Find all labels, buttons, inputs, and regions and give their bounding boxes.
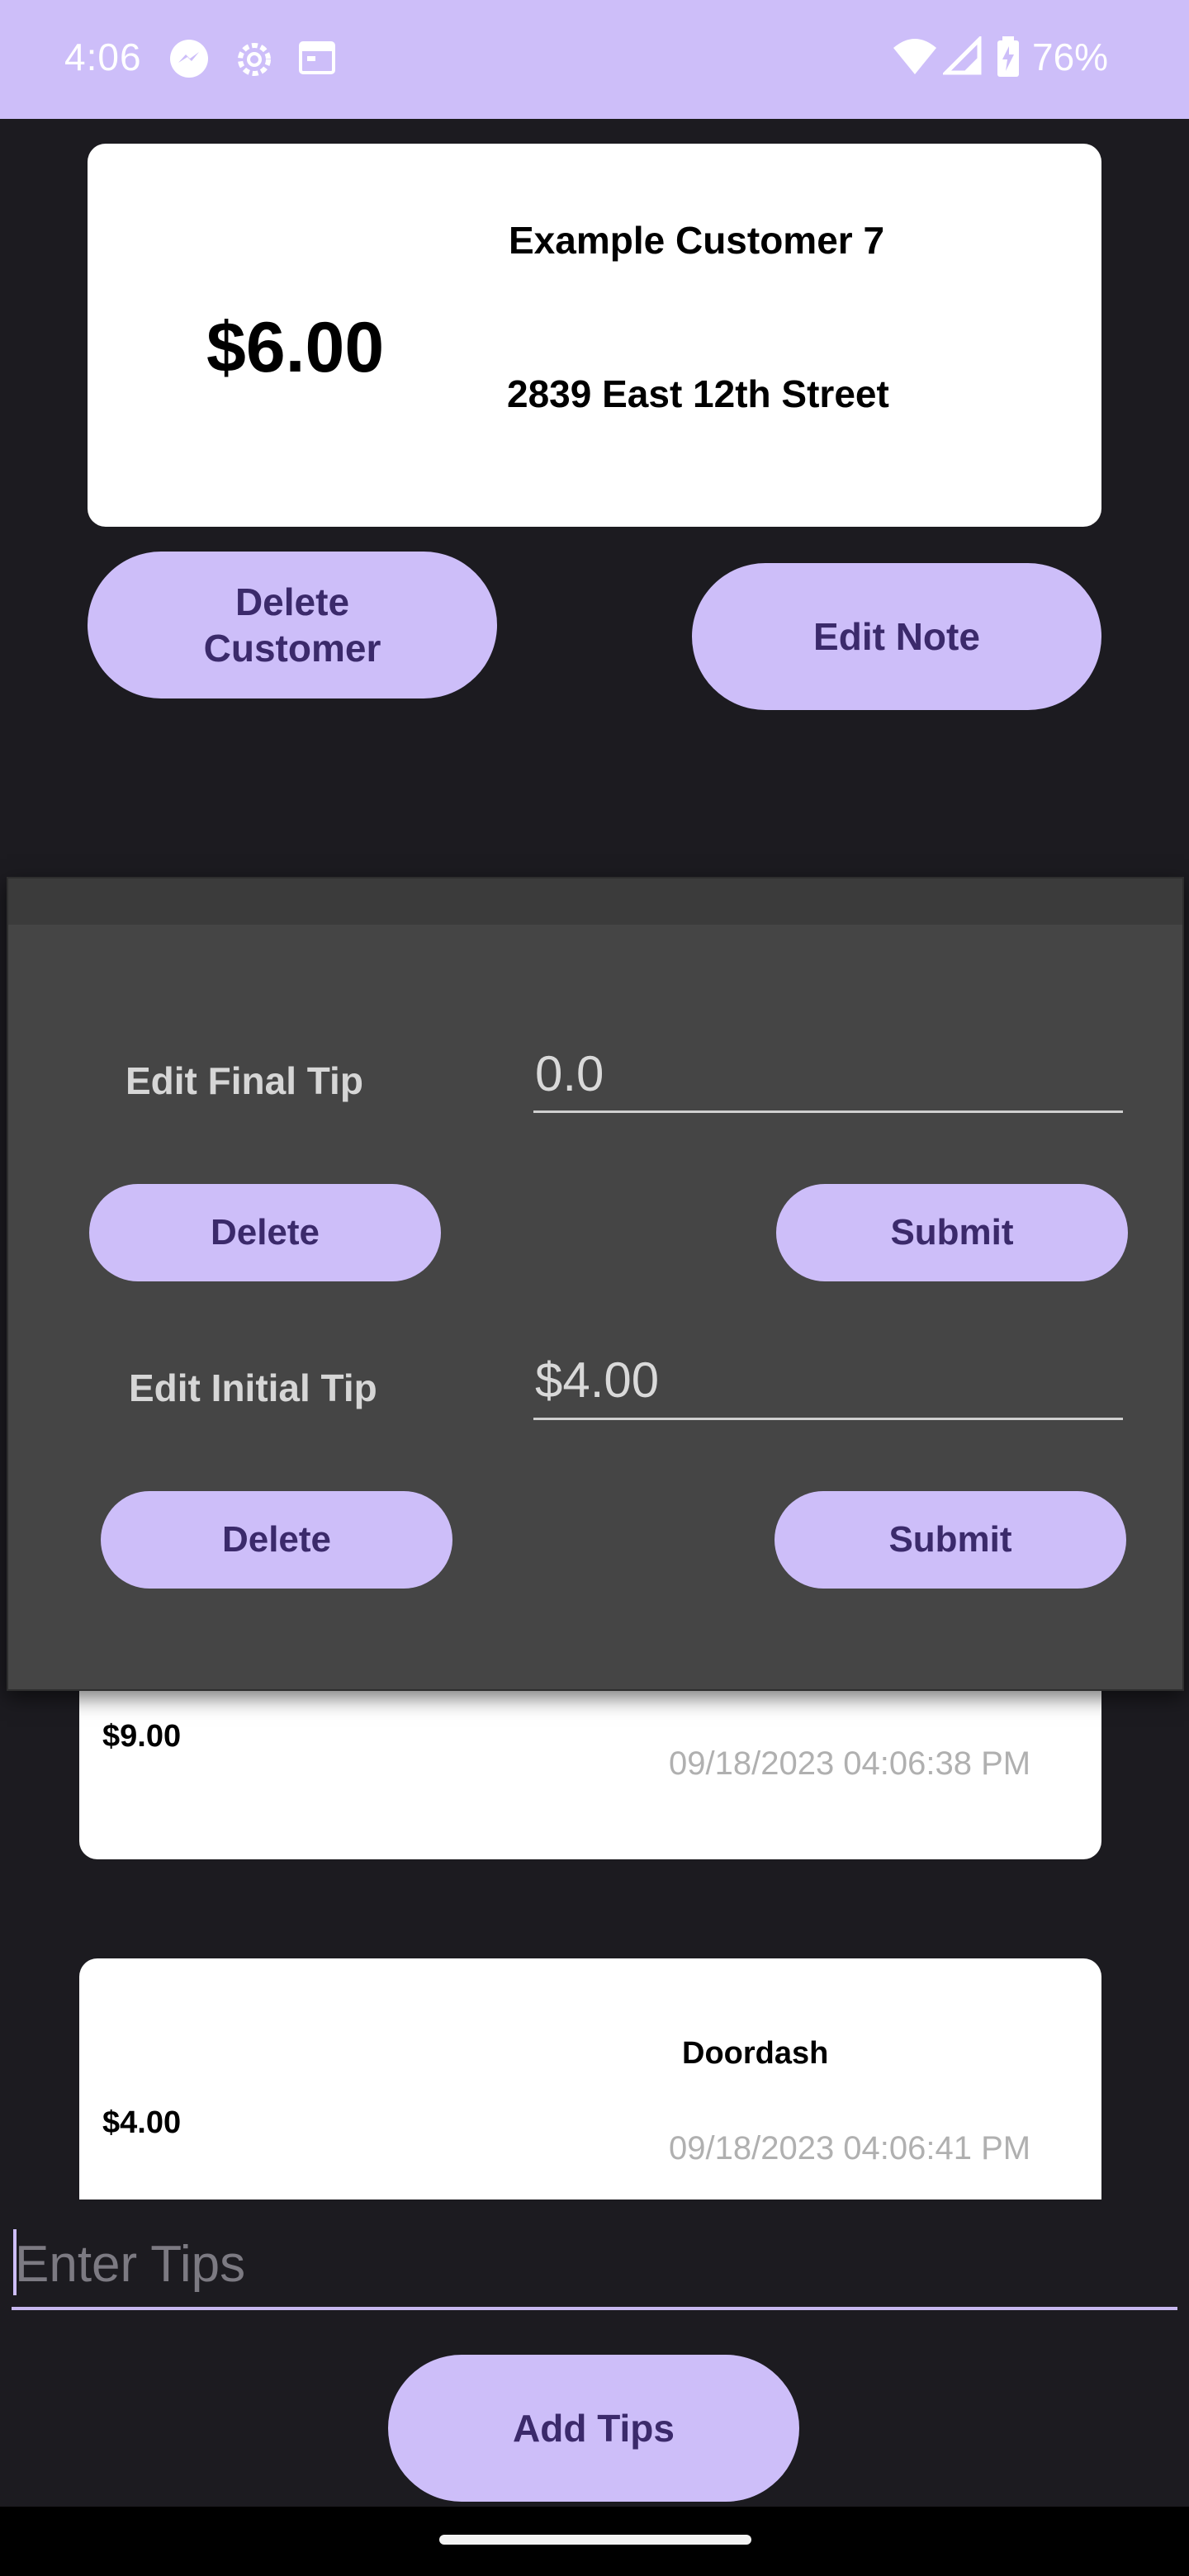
initial-tip-label: Edit Initial Tip — [129, 1366, 377, 1409]
enter-tips-input[interactable] — [12, 2221, 1177, 2310]
customer-name: Example Customer 7 — [509, 219, 885, 262]
text-cursor — [13, 2229, 17, 2295]
initial-tip-delete-button[interactable]: Delete — [101, 1491, 452, 1589]
calendar-icon — [297, 38, 337, 82]
customer-address: 2839 East 12th Street — [507, 372, 889, 415]
final-tip-label: Edit Final Tip — [126, 1059, 363, 1102]
tip-timestamp: 09/18/2023 04:06:41 PM — [669, 2130, 1031, 2166]
edit-note-button[interactable]: Edit Note — [692, 563, 1101, 710]
final-tip-input[interactable] — [533, 1044, 1123, 1113]
settings-gear-icon — [233, 38, 276, 85]
dialog-header-strip — [8, 878, 1182, 925]
status-time: 4:06 — [64, 36, 142, 78]
customer-amount: $6.00 — [206, 308, 385, 387]
final-tip-delete-button[interactable]: Delete — [89, 1184, 441, 1281]
customer-card[interactable]: $6.00 Example Customer 7 2839 East 12th … — [88, 144, 1101, 527]
initial-tip-submit-button[interactable]: Submit — [775, 1491, 1126, 1589]
messenger-icon — [168, 38, 210, 83]
final-tip-submit-button[interactable]: Submit — [776, 1184, 1128, 1281]
edit-tip-dialog: Edit Final Tip Delete Submit Edit Initia… — [7, 877, 1184, 1691]
tip-source: Doordash — [682, 2036, 829, 2071]
tip-amount: $4.00 — [102, 2105, 182, 2140]
tip-amount: $9.00 — [102, 1719, 182, 1754]
status-bar: 4:06 76% — [0, 0, 1189, 119]
battery-charging-icon — [996, 36, 1021, 82]
wifi-icon — [892, 36, 938, 82]
signal-icon — [940, 34, 983, 80]
initial-tip-input[interactable] — [533, 1349, 1123, 1420]
home-gesture-handle[interactable] — [439, 2535, 751, 2545]
tip-list-item[interactable]: Doordash $4.00 09/18/2023 04:06:41 PM — [79, 1958, 1101, 2200]
add-tips-button[interactable]: Add Tips — [388, 2355, 799, 2502]
battery-percent: 76% — [1032, 36, 1109, 78]
tip-timestamp: 09/18/2023 04:06:38 PM — [669, 1745, 1031, 1782]
delete-customer-button[interactable]: Delete Customer — [88, 552, 497, 698]
